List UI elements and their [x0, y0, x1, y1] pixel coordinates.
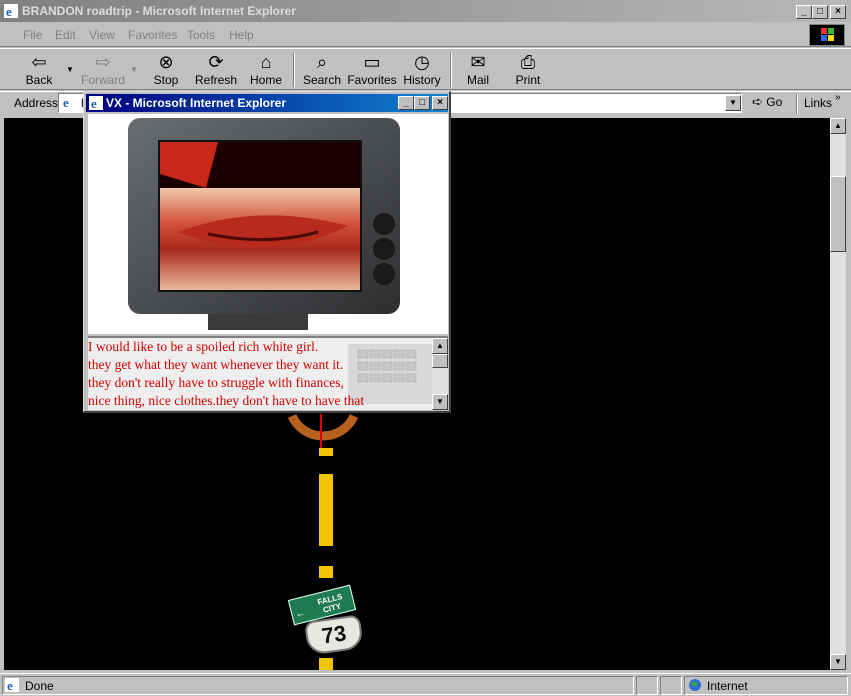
road-dash — [319, 658, 333, 670]
standard-toolbar: ⇦ Back ▼ ⇨ Forward ▼ ⊗ Stop ⟳ Refresh ⌂ … — [0, 48, 851, 90]
print-button[interactable]: ⎙ Print — [503, 51, 553, 89]
popup-close-button[interactable]: × — [432, 96, 448, 110]
menu-tools[interactable]: Tools — [187, 28, 215, 42]
route-number: 73 — [320, 620, 348, 649]
svg-text:e: e — [7, 678, 13, 692]
refresh-button[interactable]: ⟳ Refresh — [191, 51, 241, 89]
address-label: Address — [14, 96, 59, 110]
menu-help[interactable]: Help — [229, 28, 254, 42]
globe-icon — [688, 678, 702, 695]
search-icon: ⌕ — [316, 52, 328, 72]
road-ring — [287, 413, 359, 441]
status-main-panel: e Done — [2, 676, 634, 695]
tv-image-frame — [88, 114, 448, 334]
scroll-down-button[interactable]: ▼ — [830, 654, 846, 670]
menu-file[interactable]: File — [23, 28, 42, 42]
forward-button[interactable]: ⇨ Forward — [78, 51, 128, 89]
links-button[interactable]: Links — [804, 96, 832, 110]
menu-bar: File Edit View Favorites Tools Help — [0, 23, 851, 47]
favorites-folder-icon: ▭ — [363, 52, 381, 72]
main-scrollbar[interactable]: ▲ ▼ — [830, 118, 846, 670]
back-button[interactable]: ⇦ Back — [14, 51, 64, 89]
mail-icon: ✉ — [470, 52, 486, 72]
poem-scroll-thumb[interactable] — [432, 354, 448, 368]
left-arrow-icon: ← — [294, 607, 307, 621]
popup-maximize-button[interactable]: □ — [414, 96, 430, 110]
menu-favorites[interactable]: Favorites — [128, 28, 177, 42]
popup-titlebar[interactable]: e VX - Microsoft Internet Explorer _ □ × — [86, 94, 448, 112]
menu-edit[interactable]: Edit — [55, 28, 76, 42]
road-dash — [319, 566, 333, 578]
favorites-button[interactable]: ▭ Favorites — [347, 51, 397, 89]
poem-scrollbar[interactable]: ▲ ▼ — [432, 338, 448, 410]
road-dash — [319, 474, 333, 546]
poem-line: they get what they want whenever they wa… — [88, 357, 344, 372]
address-dropdown-button[interactable]: ▼ — [725, 95, 741, 111]
poem-frame: I would like to be a spoiled rich white … — [88, 336, 448, 410]
svg-text:e: e — [63, 95, 69, 109]
maximize-button[interactable]: □ — [812, 5, 828, 19]
poem-line: I would like to be a spoiled rich white … — [88, 339, 319, 354]
status-bar: e Done Internet — [0, 673, 851, 696]
printer-icon: ⎙ — [520, 52, 536, 72]
back-dropdown-icon[interactable]: ▼ — [66, 65, 74, 74]
stop-icon: ⊗ — [158, 52, 174, 72]
page-icon: e — [61, 95, 75, 112]
forward-dropdown-icon[interactable]: ▼ — [130, 65, 138, 74]
poem-scroll-down-button[interactable]: ▼ — [432, 394, 448, 410]
home-icon: ⌂ — [260, 52, 272, 72]
scroll-thumb[interactable] — [830, 176, 846, 252]
windows-logo-throbber — [809, 24, 845, 46]
history-icon: ◷ — [414, 52, 430, 72]
menu-view[interactable]: View — [89, 28, 115, 42]
svg-text:e: e — [6, 4, 12, 18]
road-dash — [319, 448, 333, 456]
poem-text: I would like to be a spoiled rich white … — [88, 338, 430, 410]
address-separator — [796, 94, 798, 114]
window-titlebar: e BRANDON roadtrip - Microsoft Internet … — [0, 0, 851, 22]
poem-line: nice thing, nice clothes.they don't have… — [88, 393, 365, 408]
stop-button[interactable]: ⊗ Stop — [141, 51, 191, 89]
poem-line: they don't really have to struggle with … — [88, 375, 344, 390]
status-zone-panel: Internet — [684, 676, 848, 695]
search-button[interactable]: ⌕ Search — [297, 51, 347, 89]
close-button[interactable]: × — [830, 5, 846, 19]
popup-minimize-button[interactable]: _ — [398, 96, 414, 110]
ie-icon: e — [4, 4, 18, 19]
status-panel — [660, 676, 682, 695]
toolbar-separator — [450, 53, 452, 87]
go-arrow-icon: ➪ — [752, 94, 763, 109]
page-done-icon: e — [5, 678, 19, 695]
tv-image — [128, 118, 400, 330]
ie-icon: e — [89, 96, 103, 111]
chevron-right-icon[interactable]: » — [835, 92, 841, 103]
refresh-icon: ⟳ — [208, 52, 224, 72]
history-button[interactable]: ◷ History — [397, 51, 447, 89]
svg-text:e: e — [91, 96, 97, 110]
status-text: Done — [25, 679, 54, 693]
home-button[interactable]: ⌂ Home — [241, 51, 291, 89]
go-button[interactable]: ➪ Go — [752, 94, 792, 114]
toolbar-separator — [293, 53, 295, 87]
popup-title: VX - Microsoft Internet Explorer — [106, 96, 287, 110]
forward-arrow-icon: ⇨ — [95, 52, 111, 72]
minimize-button[interactable]: _ — [796, 5, 812, 19]
back-arrow-icon: ⇦ — [31, 52, 47, 72]
poem-scroll-up-button[interactable]: ▲ — [432, 338, 448, 354]
popup-window[interactable]: e VX - Microsoft Internet Explorer _ □ × — [83, 91, 451, 413]
zone-text: Internet — [707, 679, 748, 693]
scroll-up-button[interactable]: ▲ — [830, 118, 846, 134]
mail-button[interactable]: ✉ Mail — [453, 51, 503, 89]
window-title: BRANDON roadtrip - Microsoft Internet Ex… — [22, 4, 297, 18]
status-panel — [636, 676, 658, 695]
